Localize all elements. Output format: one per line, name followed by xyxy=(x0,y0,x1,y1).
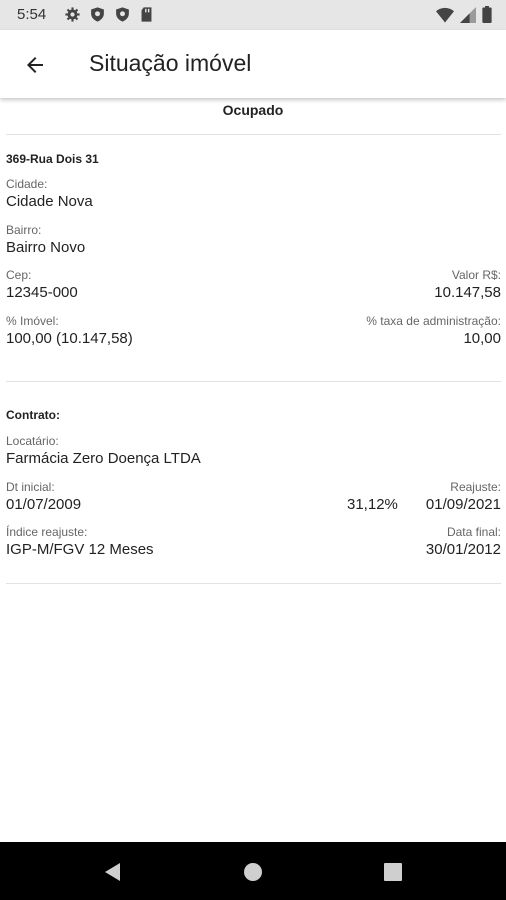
indice-label: Índice reajuste: xyxy=(6,525,88,539)
cep-label: Cep: xyxy=(6,268,32,282)
arrow-left-icon xyxy=(27,57,43,73)
notification-icons xyxy=(64,6,154,23)
pct-imovel-label: % Imóvel: xyxy=(6,314,59,328)
cidade-value: Cidade Nova xyxy=(6,193,93,210)
valor-label: Valor R$: xyxy=(451,268,501,282)
status-time: 5:54 xyxy=(17,6,47,23)
reajuste-percent: 31,12% xyxy=(347,496,398,513)
cep-value: 12345-000 xyxy=(6,284,78,301)
wifi-icon xyxy=(436,7,454,22)
data-final-value: 30/01/2012 xyxy=(425,541,501,558)
back-button[interactable] xyxy=(18,48,52,82)
divider xyxy=(6,381,501,382)
system-icons xyxy=(436,6,492,23)
reajuste-label: Reajuste: xyxy=(450,480,501,494)
nav-recents-button[interactable] xyxy=(382,861,404,883)
reajuste-date: 01/09/2021 xyxy=(425,496,501,513)
bairro-label: Bairro: xyxy=(6,223,42,237)
shield-icon xyxy=(116,7,129,22)
divider xyxy=(6,583,501,584)
address-title: 369-Rua Dois 31 xyxy=(6,152,99,166)
status-bar: 5:54 xyxy=(0,0,506,30)
contract-title: Contrato: xyxy=(6,408,60,422)
signal-icon xyxy=(460,6,476,23)
system-nav-bar xyxy=(0,842,506,900)
locatario-label: Locatário: xyxy=(6,434,59,448)
bairro-value: Bairro Novo xyxy=(6,239,86,256)
nav-back-button[interactable] xyxy=(102,861,124,883)
battery-icon xyxy=(482,6,492,23)
property-details: Ocupado 369-Rua Dois 31 Cidade: Cidade N… xyxy=(0,98,506,842)
data-final-label: Data final: xyxy=(446,525,501,539)
back-triangle-icon xyxy=(105,863,120,881)
indice-value: IGP-M/FGV 12 Meses xyxy=(6,541,154,558)
shield-icon xyxy=(91,7,104,22)
recents-square-icon xyxy=(384,863,402,881)
taxa-label: % taxa de administração: xyxy=(366,314,501,328)
dt-inicial-label: Dt inicial: xyxy=(6,480,55,494)
pct-imovel-value: 100,00 (10.147,58) xyxy=(6,330,133,347)
app-bar: Situação imóvel xyxy=(0,30,506,98)
taxa-value: 10,00 xyxy=(463,330,501,347)
settings-icon xyxy=(65,7,80,22)
locatario-value: Farmácia Zero Doença LTDA xyxy=(6,450,201,467)
sd-card-icon xyxy=(141,7,152,22)
divider xyxy=(6,134,501,135)
occupancy-status: Ocupado xyxy=(222,102,284,118)
nav-home-button[interactable] xyxy=(242,861,264,883)
cidade-label: Cidade: xyxy=(6,177,48,191)
dt-inicial-value: 01/07/2009 xyxy=(6,496,82,513)
page-title: Situação imóvel xyxy=(89,50,252,76)
home-circle-icon xyxy=(244,863,262,881)
valor-value: 10.147,58 xyxy=(434,284,501,301)
